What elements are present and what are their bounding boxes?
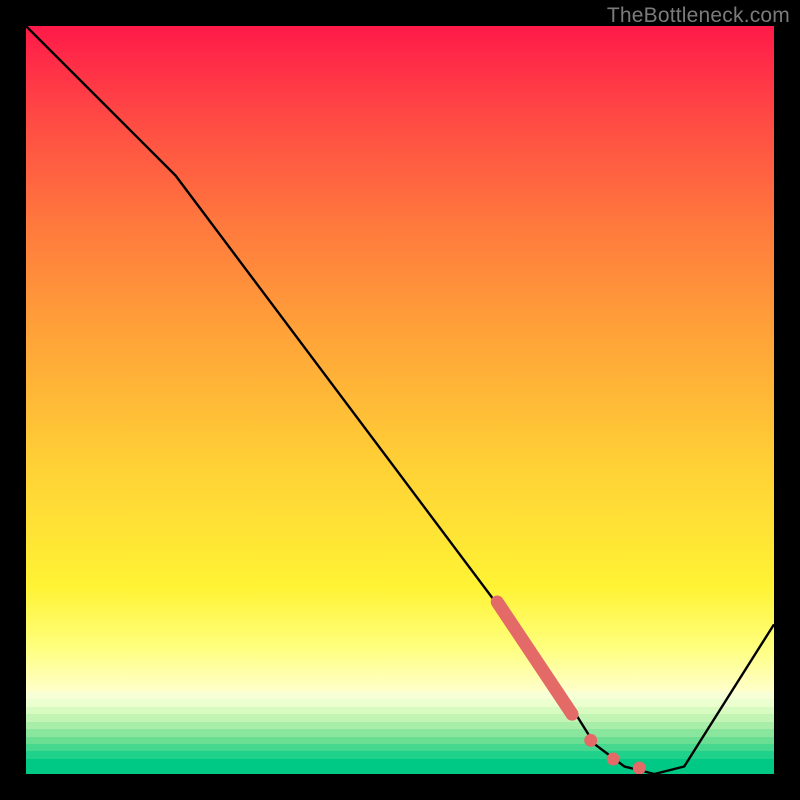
highlight-dot [584, 734, 597, 747]
chart-frame: TheBottleneck.com [0, 0, 800, 800]
chart-svg [26, 26, 774, 774]
watermark-text: TheBottleneck.com [607, 4, 790, 28]
highlight-segment [497, 602, 572, 714]
bottleneck-curve [26, 26, 774, 774]
highlight-dot [633, 762, 646, 774]
plot-area [26, 26, 774, 774]
highlight-dots [584, 734, 646, 774]
highlight-dot [607, 753, 620, 766]
